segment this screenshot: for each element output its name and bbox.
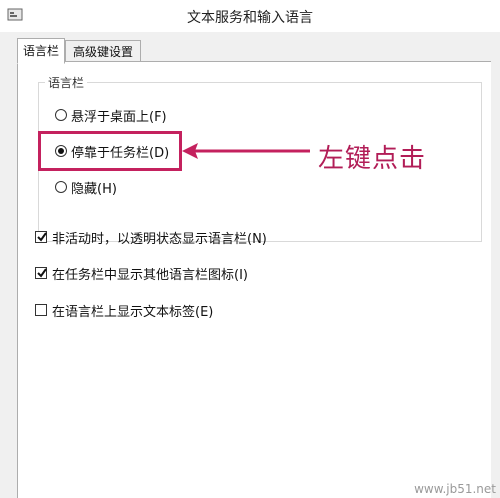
highlight-box (38, 131, 182, 171)
watermark: www.jb51.net (414, 482, 496, 496)
window-title: 文本服务和输入语言 (187, 10, 313, 26)
radio-label: 隐藏(H) (71, 181, 117, 197)
checkbox-show-text-labels[interactable]: 在语言栏上显示文本标签(E) (35, 301, 214, 320)
annotation-left-click: 左键点击 (318, 144, 427, 174)
checkbox-box-checked[interactable] (35, 267, 47, 279)
arrow-left-icon (182, 143, 310, 159)
checkbox-show-extra-icons[interactable]: 在任务栏中显示其他语言栏图标(I) (35, 264, 248, 283)
checkbox-label: 非活动时，以透明状态显示语言栏(N) (52, 231, 267, 247)
checkmark-icon (37, 268, 47, 278)
group-title: 语言栏 (45, 74, 88, 91)
checkbox-label: 在语言栏上显示文本标签(E) (52, 304, 214, 320)
radio-hidden[interactable]: 隐藏(H) (55, 178, 117, 197)
tab-advanced-key-settings[interactable]: 高级键设置 (65, 40, 141, 62)
radio-label: 悬浮于桌面上(F) (71, 109, 167, 125)
tab-language-bar[interactable]: 语言栏 (17, 38, 65, 64)
title-bar: 文本服务和输入语言 (0, 0, 500, 32)
radio-circle[interactable] (55, 109, 67, 121)
checkbox-box[interactable] (35, 304, 47, 316)
checkmark-icon (37, 232, 47, 242)
checkbox-label: 在任务栏中显示其他语言栏图标(I) (52, 267, 248, 283)
checkbox-transparent-when-inactive[interactable]: 非活动时，以透明状态显示语言栏(N) (35, 228, 267, 247)
radio-circle[interactable] (55, 181, 67, 193)
checkbox-box-checked[interactable] (35, 231, 47, 243)
radio-float-on-desktop[interactable]: 悬浮于桌面上(F) (55, 106, 167, 125)
